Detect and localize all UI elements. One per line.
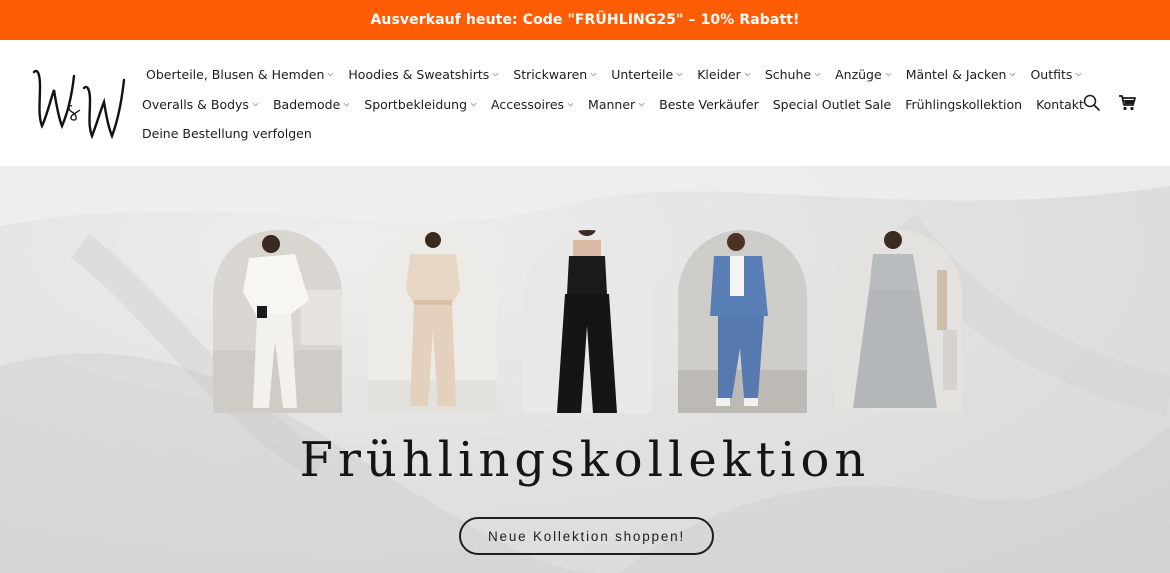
nav-item-label: Manner <box>588 96 636 112</box>
main-nav: Oberteile, Blusen & Hemden Hoodies & Swea… <box>142 60 1084 149</box>
chevron-down-icon <box>343 102 350 107</box>
announcement-bar: Ausverkauf heute: Code "FRÜHLING25" – 10… <box>0 0 1170 40</box>
search-icon[interactable] <box>1082 93 1100 111</box>
chevron-down-icon <box>638 102 645 107</box>
chevron-down-icon <box>814 73 821 77</box>
nav-item-schuhe[interactable]: Schuhe <box>765 67 821 82</box>
nav-item-hoodies-and-sweatshirts[interactable]: Hoodies & Sweatshirts <box>348 67 499 82</box>
cart-icon[interactable] <box>1118 93 1136 111</box>
shop-new-collection-button[interactable]: Neue Kollektion shoppen! <box>459 517 714 555</box>
nav-item-sportbekleidung[interactable]: Sportbekleidung <box>364 97 477 112</box>
nav-item-label: Special Outlet Sale <box>772 96 892 112</box>
nav-item-label: Strickwaren <box>513 67 588 83</box>
nav-item-fruehlingskollektion[interactable]: Frühlingskollektion <box>905 97 1022 112</box>
nav-item-oberteile-blusen-and-hemden[interactable]: Oberteile, Blusen & Hemden <box>146 67 334 82</box>
nav-item-label: Kleider <box>697 67 741 83</box>
nav-item-overalls-and-bodys[interactable]: Overalls & Bodys <box>142 97 259 112</box>
product-image[interactable] <box>678 230 807 413</box>
nav-item-label: Bademode <box>272 96 341 112</box>
nav-item-maentel-and-jacken[interactable]: Mäntel & Jacken <box>906 67 1017 82</box>
nav-item-special-outlet-sale[interactable]: Special Outlet Sale <box>773 97 891 112</box>
product-arches <box>213 230 962 413</box>
hero-title: Frühlingskollektion <box>299 432 871 488</box>
chevron-down-icon <box>1075 73 1082 77</box>
product-image[interactable] <box>833 230 962 413</box>
nav-item-label: Overalls & Bodys <box>142 96 249 112</box>
chevron-down-icon <box>676 73 683 77</box>
nav-item-label: Oberteile, Blusen & Hemden <box>146 67 325 83</box>
nav-row: Overalls & Bodys Bademode Sportbekleidung A… <box>142 90 1084 120</box>
chevron-down-icon <box>470 102 477 107</box>
nav-item-beste-verkaeufer[interactable]: Beste Verkäufer <box>659 97 759 112</box>
product-image[interactable] <box>213 230 342 413</box>
chevron-down-icon <box>327 73 334 77</box>
nav-item-label: Anzüge <box>835 67 882 83</box>
product-image[interactable] <box>368 230 497 413</box>
nav-item-anzuege[interactable]: Anzüge <box>835 67 892 82</box>
logo-mark <box>32 69 126 140</box>
nav-item-label: Outfits <box>1030 67 1073 83</box>
header-icons <box>1082 93 1136 111</box>
nav-item-label: Unterteile <box>611 67 674 83</box>
chevron-down-icon <box>567 102 574 107</box>
nav-item-bademode[interactable]: Bademode <box>273 97 350 112</box>
nav-item-label: Schuhe <box>764 67 812 83</box>
logo[interactable] <box>28 54 128 144</box>
nav-item-strickwaren[interactable]: Strickwaren <box>513 67 597 82</box>
site-header: Oberteile, Blusen & Hemden Hoodies & Swea… <box>0 40 1170 166</box>
nav-item-outfits[interactable]: Outfits <box>1030 67 1082 82</box>
nav-item-label: Beste Verkäufer <box>659 96 759 112</box>
nav-item-unterteile[interactable]: Unterteile <box>611 67 683 82</box>
nav-item-manner[interactable]: Manner <box>588 97 645 112</box>
nav-item-label: Mäntel & Jacken <box>905 67 1007 83</box>
nav-item-accessoires[interactable]: Accessoires <box>491 97 574 112</box>
nav-item-kontakt[interactable]: Kontakt <box>1036 97 1084 112</box>
nav-item-label: Hoodies & Sweatshirts <box>348 67 490 83</box>
chevron-down-icon <box>1010 73 1016 77</box>
chevron-down-icon <box>885 73 892 77</box>
nav-item-label: Accessoires <box>491 96 565 112</box>
nav-item-label: Deine Bestellung verfolgen <box>142 126 312 142</box>
chevron-down-icon <box>252 102 259 107</box>
chevron-down-icon <box>590 73 597 77</box>
nav-row: Deine Bestellung verfolgen <box>142 119 1076 149</box>
chevron-down-icon <box>492 73 499 77</box>
nav-item-label: Sportbekleidung <box>364 96 468 112</box>
nav-item-deine-bestellung-verfolgen[interactable]: Deine Bestellung verfolgen <box>142 126 312 141</box>
chevron-down-icon <box>744 73 751 77</box>
nav-item-label: Frühlingskollektion <box>905 96 1023 112</box>
product-image[interactable] <box>523 230 652 413</box>
nav-item-kleider[interactable]: Kleider <box>697 67 751 82</box>
nav-item-label: Kontakt <box>1036 96 1084 112</box>
hero-banner: Frühlingskollektion Neue Kollektion shop… <box>0 166 1170 573</box>
announcement-text: Ausverkauf heute: Code "FRÜHLING25" – 10… <box>370 12 800 28</box>
nav-row: Oberteile, Blusen & Hemden Hoodies & Swea… <box>146 60 1082 90</box>
